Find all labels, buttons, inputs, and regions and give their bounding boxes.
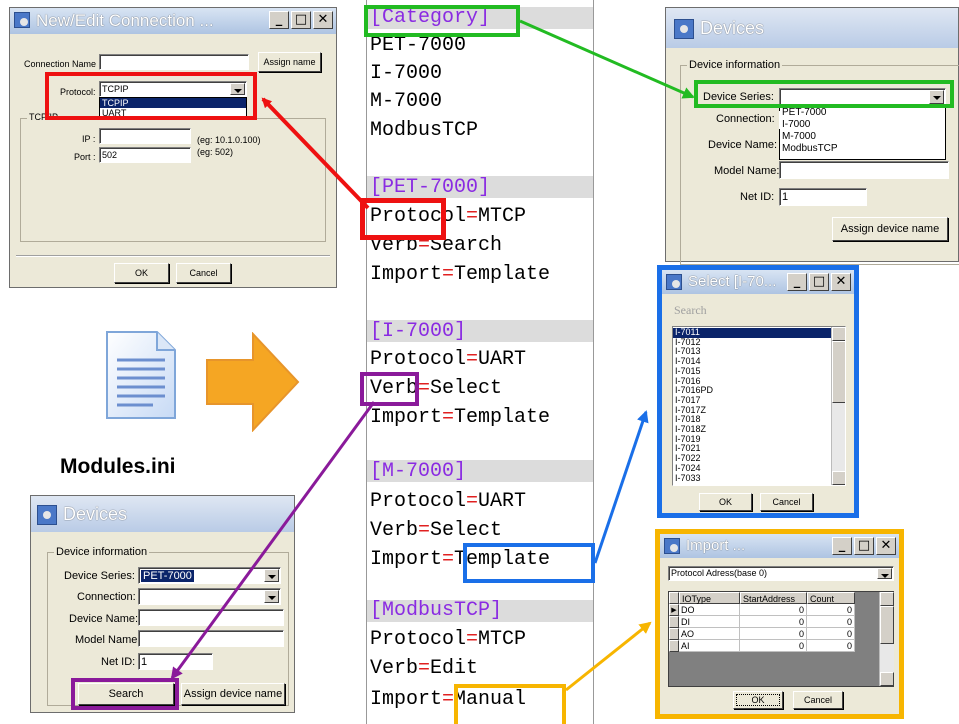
connector-arrows — [170, 19, 695, 692]
arrow-protocol — [261, 97, 370, 210]
arrow-template — [593, 410, 649, 564]
arrow-manual — [565, 621, 652, 692]
arrow-verb — [170, 401, 376, 680]
arrow-category — [519, 19, 695, 99]
